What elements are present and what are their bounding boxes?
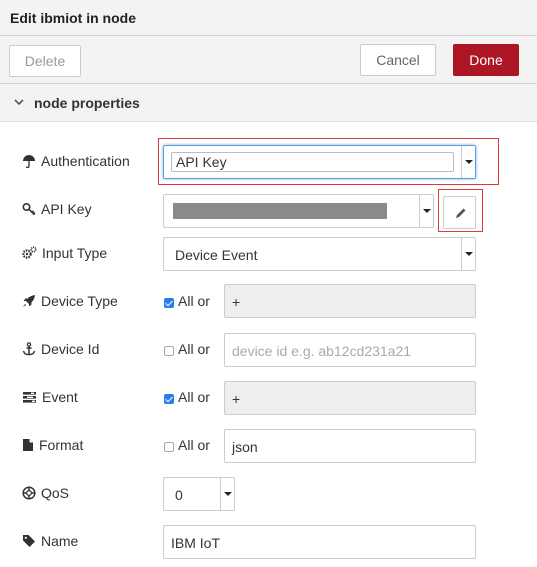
device-id-label: Device Id (22, 338, 99, 360)
pencil-icon (456, 208, 466, 218)
device-type-all-label: All or (178, 293, 210, 309)
umbrella-icon (23, 155, 35, 168)
device-id-all-checkbox[interactable] (164, 346, 174, 356)
qos-select[interactable]: 0 (163, 477, 235, 511)
api-key-label: API Key (22, 198, 92, 220)
event-all-label: All or (178, 389, 210, 405)
event-label: Event (22, 386, 78, 408)
chevron-down-icon (220, 478, 234, 510)
authentication-label: Authentication (22, 150, 130, 172)
device-type-label: Device Type (22, 290, 118, 312)
device-id-all-label: All or (178, 341, 210, 357)
name-input[interactable]: IBM IoT (163, 525, 476, 559)
dialog-title: Edit ibmiot in node (0, 0, 537, 36)
file-icon (23, 439, 33, 451)
format-all-label: All or (178, 437, 210, 453)
name-label: Name (22, 530, 78, 552)
rocket-icon (23, 295, 35, 307)
chevron-down-icon (419, 195, 433, 227)
api-key-masked-value (173, 203, 387, 219)
edit-api-key-button[interactable] (443, 196, 476, 229)
qos-label: QoS (22, 482, 69, 504)
key-icon (22, 202, 36, 216)
cogs-icon (22, 246, 37, 259)
chevron-down-icon (461, 238, 475, 270)
delete-button[interactable]: Delete (9, 45, 81, 77)
tasks-icon (23, 392, 36, 403)
chevron-down-icon (14, 99, 24, 106)
format-input[interactable]: json (224, 429, 476, 463)
chevron-down-icon (461, 146, 475, 178)
life-ring-icon (22, 486, 36, 500)
authentication-select[interactable]: API Key (163, 145, 476, 179)
input-type-select[interactable]: Device Event (163, 237, 476, 271)
cancel-button[interactable]: Cancel (360, 44, 436, 76)
event-input[interactable]: + (224, 381, 476, 415)
device-id-input[interactable]: device id e.g. ab12cd231a21 (224, 333, 476, 367)
button-bar: Delete Cancel Done (0, 36, 537, 84)
device-type-input[interactable]: + (224, 284, 476, 318)
done-button[interactable]: Done (453, 44, 519, 76)
section-title: node properties (34, 95, 140, 111)
tag-icon (23, 535, 35, 547)
anchor-icon (22, 342, 36, 356)
event-all-checkbox[interactable] (164, 394, 174, 404)
device-type-all-checkbox[interactable] (164, 298, 174, 308)
format-all-checkbox[interactable] (164, 442, 174, 452)
format-label: Format (22, 434, 83, 456)
section-header[interactable]: node properties (0, 84, 537, 122)
input-type-label: Input Type (22, 242, 107, 264)
